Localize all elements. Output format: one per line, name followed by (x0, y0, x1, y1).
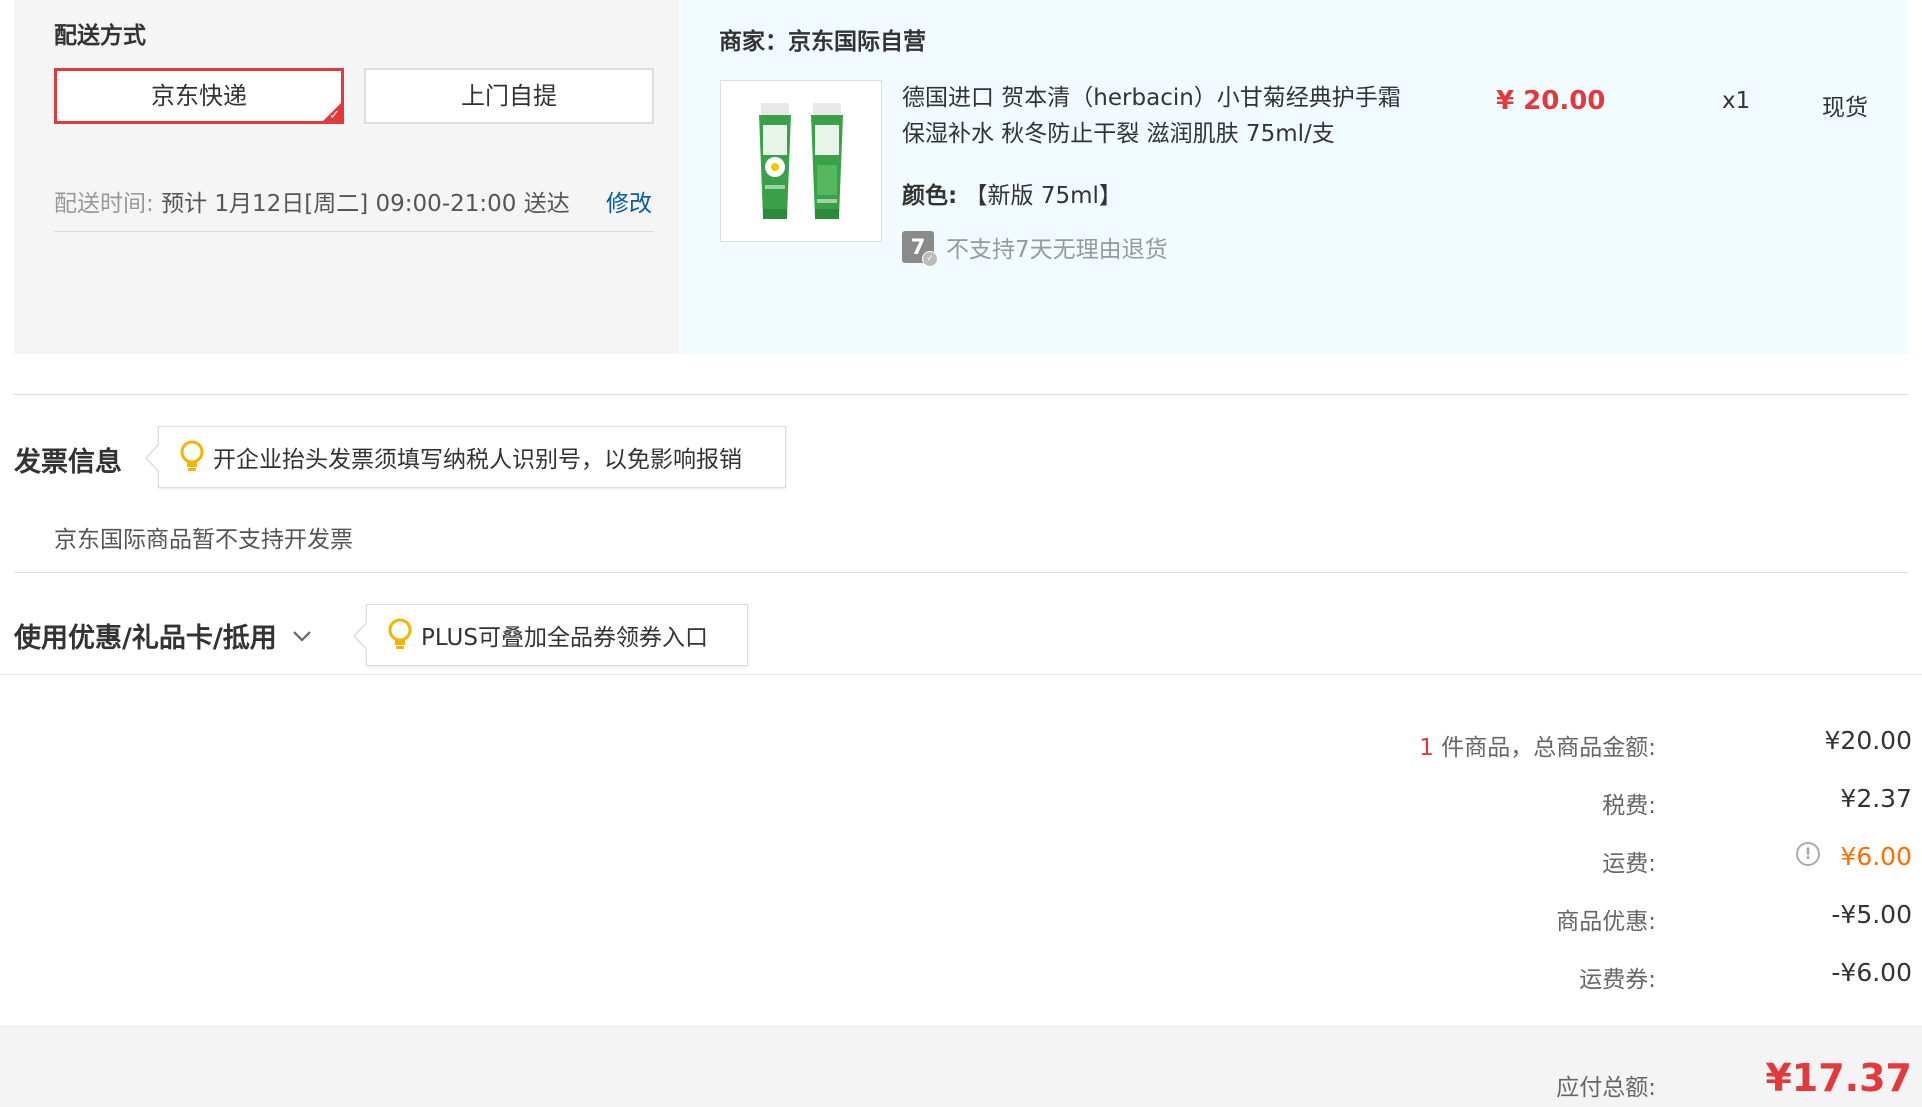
shipping-divider (54, 231, 654, 232)
product-color: 颜色: 【新版 75ml】 (902, 176, 1122, 210)
plus-coupon-tip[interactable]: PLUS可叠加全品券领券入口 (353, 604, 748, 666)
discount-value: -¥5.00 (1831, 900, 1912, 929)
tip-arrow-inner (147, 444, 160, 472)
plus-coupon-text: PLUS可叠加全品券领券入口 (421, 625, 708, 651)
product-quantity: x1 (1722, 88, 1751, 114)
merchant-name: 商家：京东国际自营 (719, 29, 926, 55)
total-label: 应付总额: (1556, 1075, 1656, 1101)
delivery-time-row: 配送时间: 预计 1月12日[周二] 09:00-21:00 送达 (54, 184, 570, 218)
goods-total-label: 1 件商品，总商品金额: (1056, 728, 1656, 762)
return-policy-text: 不支持7天无理由退货 (946, 237, 1168, 263)
color-label: 颜色: (902, 183, 958, 209)
small-check-icon: ✓ (922, 251, 938, 267)
shipping-title: 配送方式 (54, 23, 146, 49)
self-pickup-option[interactable]: 上门自提 (364, 68, 654, 124)
total-value: ¥17.37 (1765, 1056, 1912, 1100)
invoice-note: 京东国际商品暂不支持开发票 (54, 527, 353, 553)
stock-status: 现货 (1822, 95, 1868, 121)
item-count: 1 (1419, 735, 1434, 761)
coupon-title-text: 使用优惠/礼品卡/抵用 (14, 623, 277, 654)
item-count-suffix: 件商品，总商品金额: (1433, 735, 1656, 761)
invoice-title: 发票信息 (14, 447, 122, 478)
section-divider (0, 674, 1922, 675)
shipping-fee-label: 运费: (1602, 851, 1656, 877)
modify-delivery-link[interactable]: 修改 (606, 184, 652, 218)
seven-day-return-icon: 7 ✓ (902, 231, 938, 267)
self-pickup-label: 上门自提 (461, 82, 557, 110)
return-policy: 7 ✓ 不支持7天无理由退货 (902, 230, 1168, 267)
color-value: 【新版 75ml】 (964, 183, 1122, 209)
lightbulb-icon (180, 440, 204, 471)
discount-label: 商品优惠: (1556, 909, 1656, 935)
goods-total-value: ¥20.00 (1824, 726, 1912, 755)
delivery-time-label: 配送时间: (54, 191, 154, 217)
jd-express-label: 京东快递 (151, 82, 247, 110)
invoice-tip: 开企业抬头发票须填写纳税人识别号，以免影响报销 (145, 426, 786, 488)
check-icon: ✓ (329, 108, 340, 123)
shipping-fee-value: ¥6.00 (1840, 842, 1912, 871)
tax-value: ¥2.37 (1840, 784, 1912, 813)
coupon-toggle[interactable]: 使用优惠/礼品卡/抵用 (14, 616, 313, 655)
jd-express-option[interactable]: 京东快递 ✓ (54, 68, 344, 124)
tax-label: 税费: (1602, 793, 1656, 819)
product-price: ¥ 20.00 (1496, 86, 1606, 116)
delivery-time-value: 预计 1月12日[周二] 09:00-21:00 送达 (161, 191, 570, 217)
product-image[interactable] (720, 80, 882, 242)
shipping-panel (14, 0, 678, 354)
chevron-down-icon (292, 630, 311, 642)
invoice-tip-text: 开企业抬头发票须填写纳税人识别号，以免影响报销 (213, 447, 742, 473)
product-name-link[interactable]: 德国进口 贺本清（herbacin）小甘菊经典护手霜 保湿补水 秋冬防止干裂 滋… (902, 80, 1422, 152)
lightbulb-icon (388, 618, 412, 649)
hand-cream-tubes-image (759, 103, 843, 219)
section-divider (14, 394, 1908, 395)
section-divider (14, 572, 1908, 573)
tip-arrow-inner (355, 622, 368, 650)
shipping-coupon-label: 运费券: (1579, 967, 1656, 993)
shipping-coupon-value: -¥6.00 (1831, 958, 1912, 987)
